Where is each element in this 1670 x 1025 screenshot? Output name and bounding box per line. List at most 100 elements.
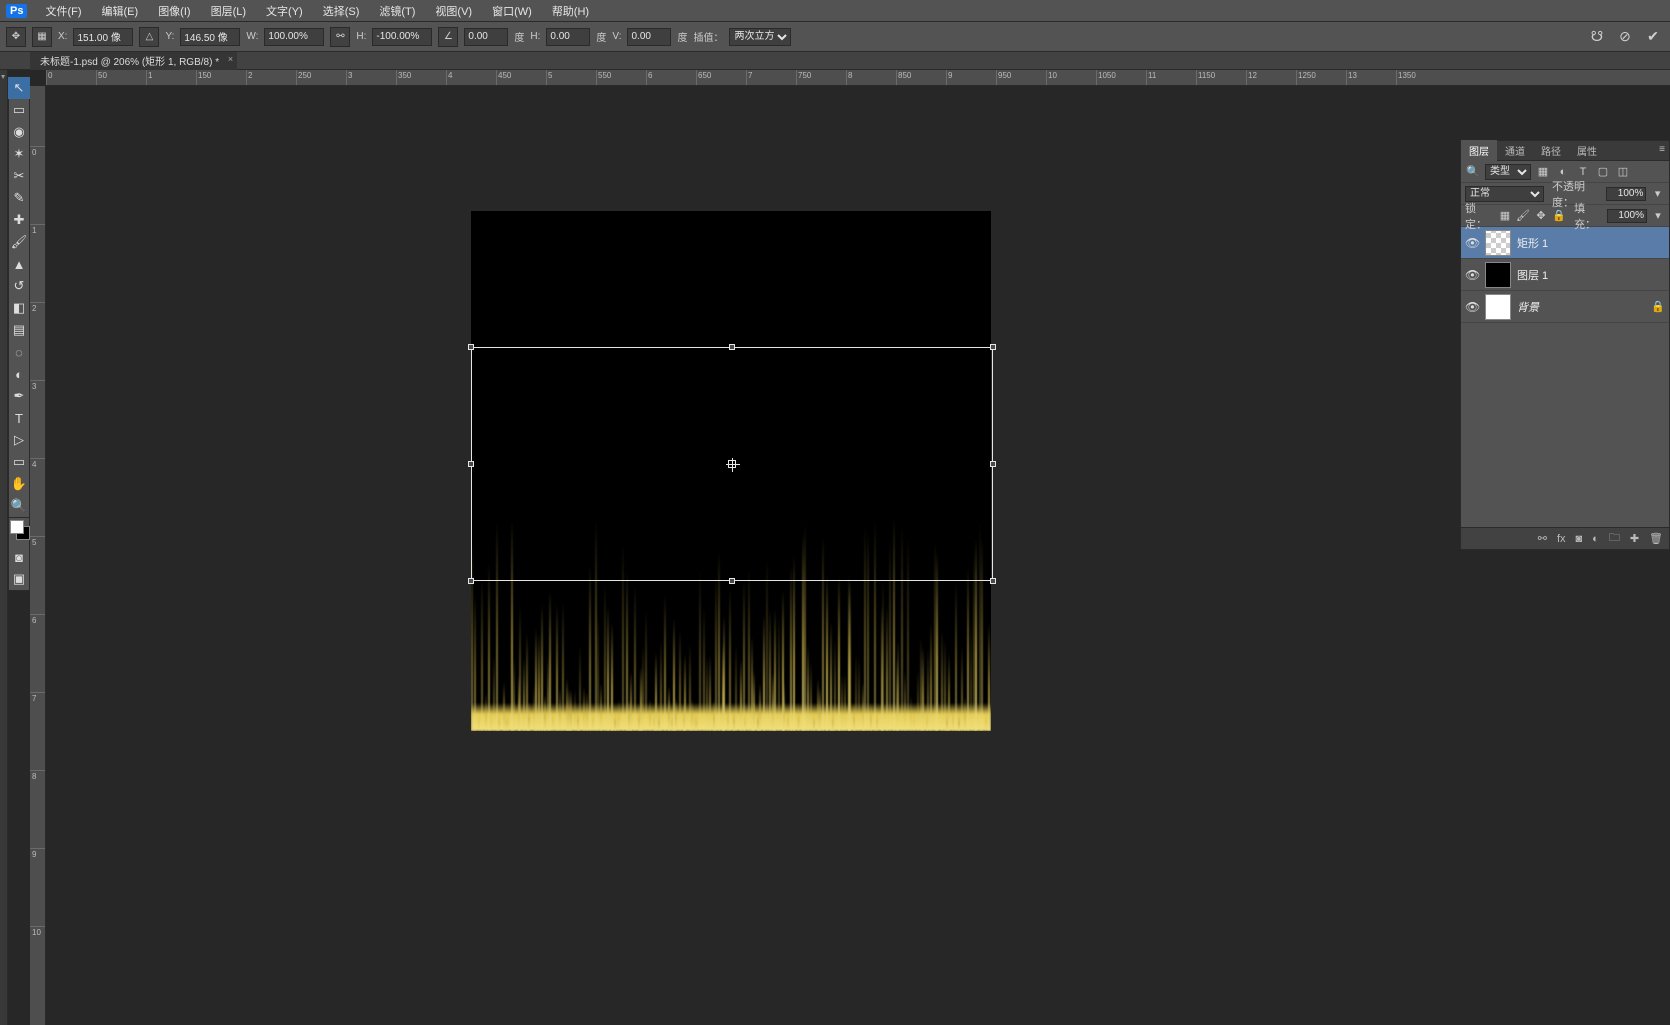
- menu-type[interactable]: 文字(Y): [258, 1, 311, 21]
- dodge-tool[interactable]: ◐: [8, 363, 30, 385]
- layer-thumbnail[interactable]: [1485, 262, 1511, 288]
- blur-tool[interactable]: ◌: [8, 341, 30, 363]
- canvas-viewport[interactable]: [46, 86, 1670, 1025]
- menu-file[interactable]: 文件(F): [37, 1, 89, 21]
- adjustment-icon[interactable]: ◐: [1592, 533, 1599, 545]
- interp-select[interactable]: 两次立方: [729, 28, 791, 46]
- document-tab[interactable]: 未标题-1.psd @ 206% (矩形 1, RGB/8) * ×: [30, 52, 237, 70]
- h-input[interactable]: [372, 28, 432, 46]
- transform-handle-bl[interactable]: [468, 578, 474, 584]
- visibility-eye-icon[interactable]: 👁: [1465, 236, 1479, 250]
- tab-channels[interactable]: 通道: [1497, 140, 1533, 161]
- cancel-transform-icon[interactable]: ⊘: [1614, 26, 1636, 48]
- reference-point-icon[interactable]: ▦: [32, 27, 52, 47]
- delete-layer-icon[interactable]: 🗑: [1649, 532, 1663, 545]
- transform-handle-ml[interactable]: [468, 461, 474, 467]
- menu-select[interactable]: 选择(S): [315, 1, 368, 21]
- close-tab-icon[interactable]: ×: [228, 54, 233, 64]
- filter-smart-icon[interactable]: ◫: [1615, 164, 1631, 180]
- new-layer-icon[interactable]: ✚: [1630, 532, 1639, 545]
- marquee-tool[interactable]: ▭: [8, 99, 30, 121]
- foreground-color-swatch[interactable]: [10, 520, 24, 534]
- hand-tool[interactable]: ✋: [8, 473, 30, 495]
- search-icon[interactable]: 🔍: [1465, 164, 1481, 180]
- commit-transform-icon[interactable]: ✔: [1642, 26, 1664, 48]
- y-input[interactable]: [180, 28, 240, 46]
- visibility-eye-icon[interactable]: 👁: [1465, 268, 1479, 282]
- swap-xy-icon[interactable]: △: [139, 27, 159, 47]
- transform-handle-tr[interactable]: [990, 344, 996, 350]
- quickmask-icon[interactable]: ◙: [8, 546, 30, 568]
- panel-menu-icon[interactable]: ≡: [1659, 144, 1665, 155]
- path-select-tool[interactable]: ▷: [8, 429, 30, 451]
- x-input[interactable]: [73, 28, 133, 46]
- layer-fx-icon[interactable]: fx: [1557, 533, 1566, 545]
- left-dock-strip[interactable]: ▸: [0, 70, 8, 1025]
- lasso-tool[interactable]: ◉: [8, 121, 30, 143]
- lock-all-icon[interactable]: 🔒: [1552, 208, 1566, 224]
- menu-layer[interactable]: 图层(L): [203, 1, 254, 21]
- history-brush-tool[interactable]: ↺: [8, 275, 30, 297]
- layer-name[interactable]: 矩形 1: [1517, 235, 1665, 251]
- magic-wand-tool[interactable]: ✶: [8, 143, 30, 165]
- layer-name[interactable]: 图层 1: [1517, 267, 1665, 283]
- transform-handle-br[interactable]: [990, 578, 996, 584]
- layer-mask-icon[interactable]: ◙: [1576, 533, 1583, 545]
- visibility-eye-icon[interactable]: 👁: [1465, 300, 1479, 314]
- crop-tool[interactable]: ✂: [8, 165, 30, 187]
- transform-handle-tl[interactable]: [468, 344, 474, 350]
- link-wh-icon[interactable]: ⚯: [330, 27, 350, 47]
- menu-view[interactable]: 视图(V): [427, 1, 480, 21]
- spot-heal-tool[interactable]: ✚: [8, 209, 30, 231]
- tab-layers[interactable]: 图层: [1461, 140, 1497, 161]
- gradient-tool[interactable]: ▤: [8, 319, 30, 341]
- menu-image[interactable]: 图像(I): [150, 1, 198, 21]
- filter-pixel-icon[interactable]: ▦: [1535, 164, 1551, 180]
- transform-handle-bm[interactable]: [729, 578, 735, 584]
- menu-window[interactable]: 窗口(W): [484, 1, 540, 21]
- pen-tool[interactable]: ✒: [8, 385, 30, 407]
- transform-handle-mr[interactable]: [990, 461, 996, 467]
- eyedropper-tool[interactable]: ✎: [8, 187, 30, 209]
- vertical-ruler[interactable]: 012345678910: [30, 86, 46, 1025]
- screenmode-icon[interactable]: ▣: [8, 568, 30, 590]
- zoom-tool[interactable]: 🔍: [8, 495, 30, 517]
- shape-tool[interactable]: ▭: [8, 451, 30, 473]
- group-icon[interactable]: 🗀: [1609, 529, 1620, 548]
- menu-help[interactable]: 帮助(H): [544, 1, 597, 21]
- fill-dropdown-icon[interactable]: ▾: [1651, 208, 1665, 224]
- opacity-dropdown-icon[interactable]: ▾: [1650, 186, 1665, 202]
- layer-thumbnail[interactable]: [1485, 230, 1511, 256]
- layer-row[interactable]: 👁背景🔒: [1461, 291, 1669, 323]
- w-input[interactable]: [264, 28, 324, 46]
- tab-paths[interactable]: 路径: [1533, 140, 1569, 161]
- transform-center-icon[interactable]: [728, 460, 736, 468]
- type-tool[interactable]: T: [8, 407, 30, 429]
- warp-mode-icon[interactable]: ☋: [1586, 26, 1608, 48]
- layer-thumbnail[interactable]: [1485, 294, 1511, 320]
- transform-handle-tm[interactable]: [729, 344, 735, 350]
- brush-tool[interactable]: 🖌: [8, 231, 30, 253]
- menu-edit[interactable]: 编辑(E): [94, 1, 147, 21]
- transform-bounding-box[interactable]: [471, 347, 993, 581]
- transform-tool-icon[interactable]: ✥: [6, 27, 26, 47]
- fill-input[interactable]: [1607, 209, 1647, 223]
- opacity-input[interactable]: [1606, 187, 1646, 201]
- link-layers-icon[interactable]: ⚯: [1538, 532, 1547, 545]
- angle-input[interactable]: [464, 28, 508, 46]
- layer-row[interactable]: 👁 图层 1: [1461, 259, 1669, 291]
- lock-pixels-icon[interactable]: 🖌: [1516, 208, 1530, 224]
- color-swatches[interactable]: [8, 518, 30, 546]
- eraser-tool[interactable]: ◧: [8, 297, 30, 319]
- tab-properties[interactable]: 属性: [1569, 140, 1605, 161]
- hskew-input[interactable]: [546, 28, 590, 46]
- layer-name[interactable]: 背景: [1517, 299, 1645, 315]
- vskew-input[interactable]: [627, 28, 671, 46]
- horizontal-ruler[interactable]: 0501150225033504450555066507750885099501…: [46, 70, 1670, 86]
- menu-filter[interactable]: 滤镜(T): [371, 1, 423, 21]
- lock-position-icon[interactable]: ✥: [1534, 208, 1548, 224]
- clone-stamp-tool[interactable]: ▲: [8, 253, 30, 275]
- lock-transparent-icon[interactable]: ▦: [1498, 208, 1512, 224]
- move-tool[interactable]: ↖: [8, 77, 30, 99]
- filter-type-select[interactable]: 类型: [1485, 164, 1531, 180]
